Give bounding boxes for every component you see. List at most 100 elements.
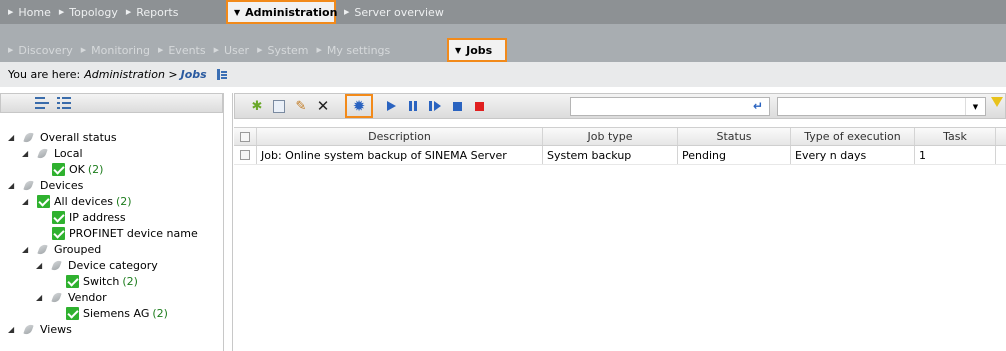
tree-node-label: Vendor — [68, 291, 107, 304]
expand-toggle-icon[interactable]: ◢ — [22, 149, 32, 158]
breadcrumb-current: Jobs — [180, 68, 207, 81]
tree-node[interactable]: ◢ All devices (2) — [22, 193, 132, 210]
tree-node[interactable]: ◢ Overall status — [8, 129, 117, 146]
chevron-down-icon[interactable]: ▼ — [965, 98, 985, 115]
jobs-toolbar: ✱ ✎ ✕ ✹ ↵ ▼ — [234, 93, 1006, 119]
check-icon — [52, 227, 65, 240]
status-leaf-icon — [51, 259, 64, 272]
breadcrumb-path[interactable]: Administration > — [84, 68, 177, 81]
status-leaf-icon — [37, 243, 50, 256]
tree-node-label: Device category — [68, 259, 158, 272]
col-job-type[interactable]: Job type — [543, 128, 678, 145]
tree-node[interactable]: IP address — [52, 209, 126, 226]
tree-node[interactable]: OK (2) — [52, 161, 103, 178]
tree-node[interactable]: ◢ Devices — [8, 177, 83, 194]
table-row[interactable]: Job: Online system backup of SINEMA Serv… — [234, 146, 1006, 165]
delete-icon[interactable]: ✕ — [315, 97, 331, 115]
col-description[interactable]: Description — [257, 128, 543, 145]
cell-type-of-execution: Every n days — [791, 146, 915, 164]
filter-select[interactable]: ▼ — [777, 97, 986, 116]
tree-node-count: (2) — [122, 275, 138, 288]
nav-system[interactable]: ▶ System — [257, 44, 308, 57]
nav-my-settings[interactable]: ▶ My settings — [317, 44, 391, 57]
tree-node-label: Grouped — [54, 243, 102, 256]
step-icon[interactable] — [427, 98, 443, 114]
expand-toggle-icon[interactable]: ◢ — [22, 245, 32, 254]
tree-node-label: IP address — [69, 211, 126, 224]
panel-toggle-icon[interactable] — [216, 69, 227, 80]
nav-jobs[interactable]: ▼ Jobs — [447, 38, 507, 62]
tree-node-count: (2) — [116, 195, 132, 208]
cell-description: Job: Online system backup of SINEMA Serv… — [257, 146, 543, 164]
arrow-right-icon: ▶ — [80, 46, 87, 54]
col-status[interactable]: Status — [678, 128, 791, 145]
tree-node[interactable]: PROFINET device name — [52, 225, 198, 242]
collapse-all-icon[interactable] — [35, 97, 49, 109]
arrow-right-icon: ▶ — [125, 8, 132, 16]
arrow-right-icon: ▶ — [344, 8, 350, 16]
tree-node[interactable]: Switch (2) — [66, 273, 138, 290]
stop-icon[interactable] — [449, 98, 465, 114]
table-header: Description Job type Status Type of exec… — [234, 127, 1006, 146]
edit-icon[interactable]: ✎ — [293, 98, 309, 114]
arrow-right-icon: ▶ — [8, 46, 14, 54]
tree-node-label: Siemens AG — [83, 307, 150, 320]
nav-administration[interactable]: ▼ Administration — [226, 0, 337, 24]
nav-topology[interactable]: ▶ Topology — [59, 6, 118, 19]
secondary-nav — [0, 24, 1006, 38]
primary-nav-items-right: ▶ Server overview — [344, 0, 452, 24]
arrow-right-icon: ▶ — [316, 46, 322, 54]
tree-node[interactable]: ◢ Grouped — [22, 241, 101, 258]
expand-toggle-icon[interactable]: ◢ — [36, 293, 46, 302]
stop-red-icon[interactable] — [471, 98, 487, 114]
check-icon — [37, 195, 50, 208]
breadcrumb-prefix: You are here: — [8, 68, 81, 81]
tree-node-label: Local — [54, 147, 83, 160]
arrow-down-icon: ▼ — [455, 45, 462, 55]
select-all-checkbox[interactable] — [234, 128, 257, 145]
breadcrumb: You are here: Administration > Jobs — [0, 62, 1006, 87]
expand-all-icon[interactable] — [57, 97, 71, 109]
tree-node-label: Devices — [40, 179, 84, 192]
tree-node[interactable]: Siemens AG (2) — [66, 305, 168, 322]
expand-toggle-icon[interactable]: ◢ — [8, 133, 18, 142]
tree-node-label: Views — [40, 323, 72, 336]
tree-node[interactable]: ◢ Views — [8, 321, 72, 338]
nav-user[interactable]: ▶ User — [214, 44, 249, 57]
expand-toggle-icon[interactable]: ◢ — [8, 181, 18, 190]
cell-job-type: System backup — [543, 146, 678, 164]
expand-toggle-icon[interactable]: ◢ — [8, 325, 18, 334]
tree-node[interactable]: ◢ Vendor — [36, 289, 107, 306]
col-task[interactable]: Task — [915, 128, 996, 145]
col-type-of-execution[interactable]: Type of execution — [791, 128, 915, 145]
jobs-table: Description Job type Status Type of exec… — [234, 127, 1006, 165]
tree-toolbar — [0, 93, 223, 113]
expand-toggle-icon[interactable]: ◢ — [36, 261, 46, 270]
arrow-right-icon: ▶ — [257, 46, 263, 54]
copy-icon[interactable] — [271, 98, 287, 114]
nav-events[interactable]: ▶ Events — [158, 44, 206, 57]
new-job-icon[interactable]: ✱ — [249, 98, 265, 114]
tree-node-label: OK — [69, 163, 85, 176]
nav-reports[interactable]: ▶ Reports — [126, 6, 179, 19]
expand-toggle-icon[interactable]: ◢ — [22, 197, 32, 206]
nav-home[interactable]: ▶ Home — [8, 6, 51, 19]
nav-server-overview[interactable]: ▶ Server overview — [344, 6, 444, 19]
cell-task: 1 — [915, 146, 996, 164]
panel-divider[interactable] — [232, 93, 233, 351]
settings-gear-icon[interactable]: ✹ — [345, 94, 373, 118]
check-icon — [52, 211, 65, 224]
arrow-right-icon: ▶ — [58, 8, 65, 16]
filter-icon[interactable] — [991, 97, 1003, 107]
tree-node-label: All devices — [54, 195, 113, 208]
row-checkbox[interactable] — [234, 146, 257, 164]
nav-discovery[interactable]: ▶ Discovery — [8, 44, 73, 57]
tree-node[interactable]: ◢ Local — [22, 145, 83, 162]
search-input[interactable]: ↵ — [570, 97, 770, 116]
nav-monitoring[interactable]: ▶ Monitoring — [81, 44, 150, 57]
play-icon[interactable] — [383, 98, 399, 114]
refresh-icon[interactable]: ↵ — [753, 99, 763, 113]
tree-node[interactable]: ◢ Device category — [36, 257, 158, 274]
arrow-right-icon: ▶ — [213, 46, 219, 54]
pause-icon[interactable] — [405, 98, 421, 114]
